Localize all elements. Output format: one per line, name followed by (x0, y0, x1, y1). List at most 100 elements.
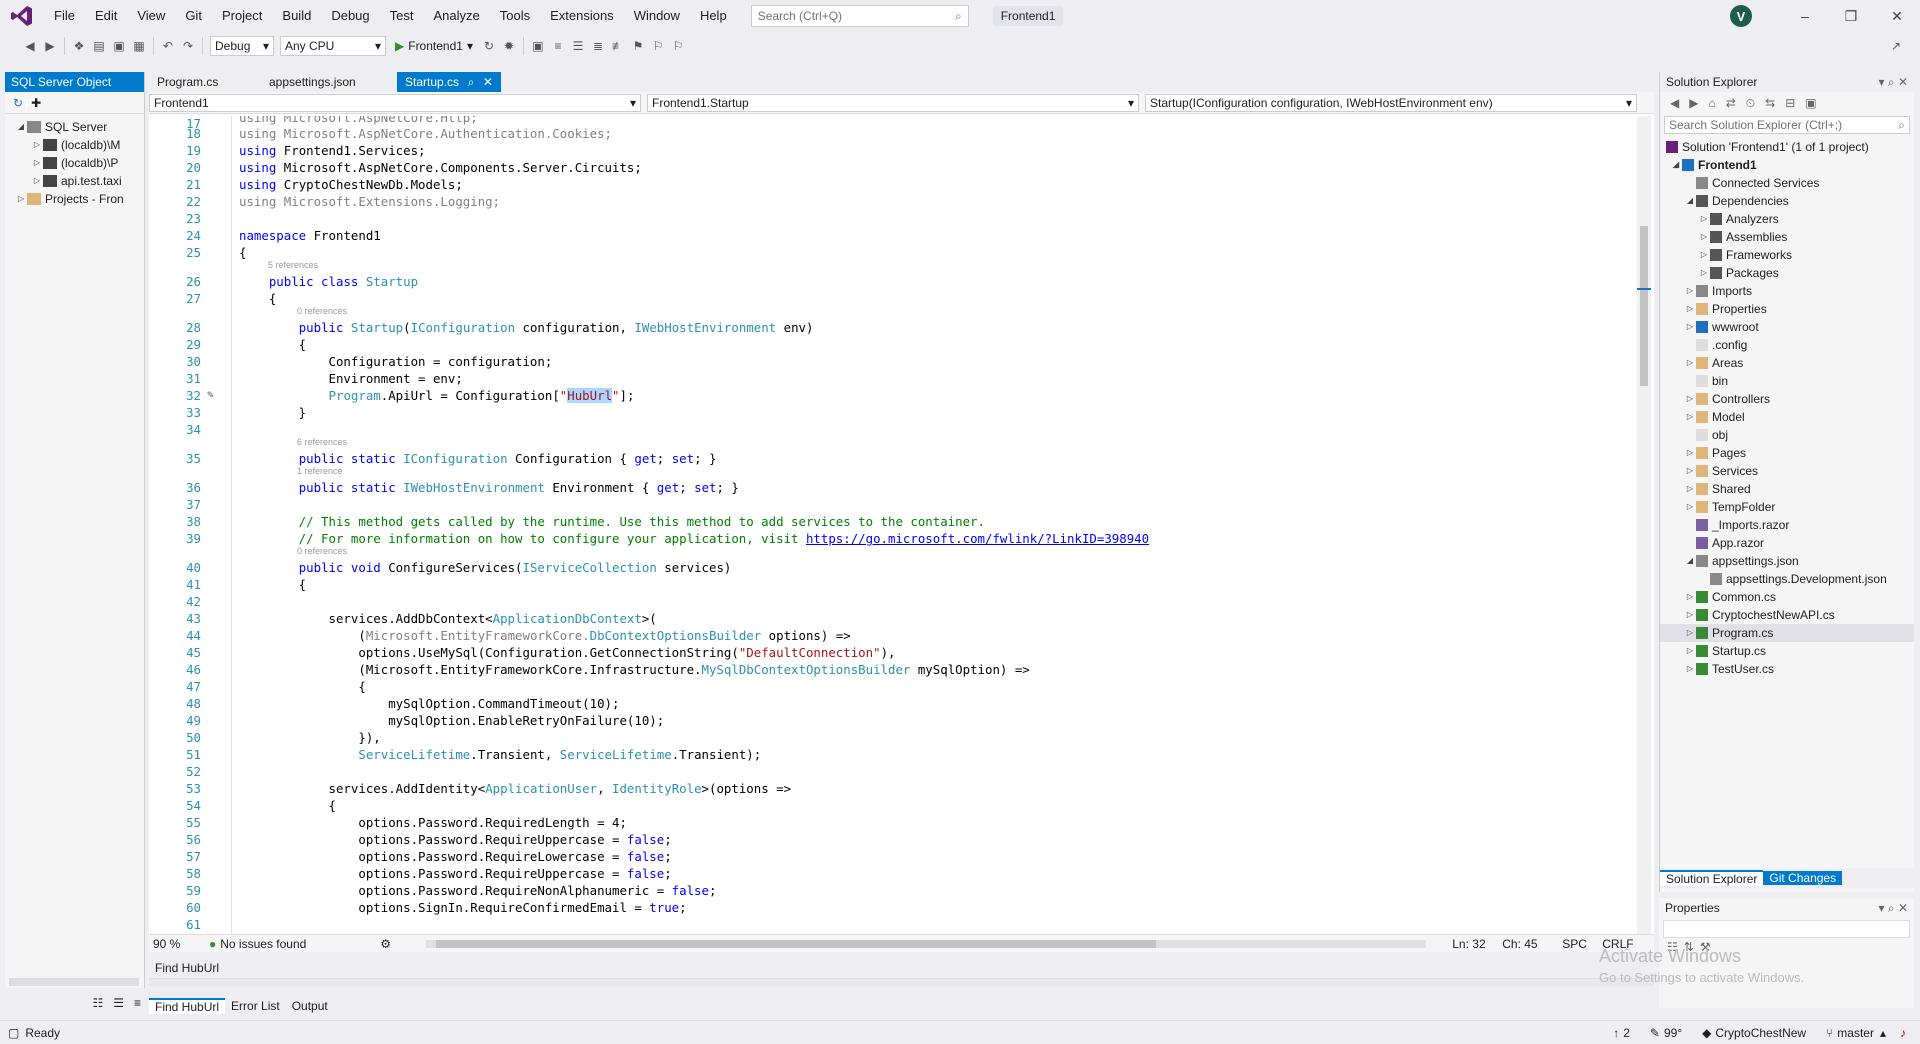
live-share-icon[interactable]: ↗ (1886, 36, 1906, 56)
pending-changes-count[interactable]: 99° (1664, 1026, 1682, 1040)
type-dropdown[interactable]: Frontend1.Startup ▾ (647, 93, 1139, 112)
switch-views-icon[interactable]: ⇄ (1726, 96, 1736, 110)
repository-name[interactable]: CryptoChestNew (1715, 1026, 1806, 1040)
solution-item[interactable]: Connected Services (1660, 174, 1914, 192)
prev-bookmark-icon[interactable]: ⚐ (648, 36, 668, 56)
uncomment-icon[interactable]: ≢ (608, 36, 628, 56)
menu-tools[interactable]: Tools (490, 0, 540, 32)
solution-item[interactable]: ▷ Pages (1660, 444, 1914, 462)
indent-icon[interactable]: ≡ (548, 36, 568, 56)
hot-reload-icon[interactable]: ✹ (499, 36, 519, 56)
chevron-up-icon[interactable]: ▴ (1880, 1026, 1886, 1040)
expanded-arrow-icon[interactable]: ◢ (1684, 192, 1696, 210)
solution-item[interactable]: ▷ Analyzers (1660, 210, 1914, 228)
server-explorer-tab-icon[interactable]: ≡ (134, 996, 141, 1010)
collapsed-arrow-icon[interactable]: ▷ (1684, 660, 1696, 678)
next-bookmark-icon[interactable]: ⚐ (668, 36, 688, 56)
collapsed-arrow-icon[interactable]: ▷ (1684, 444, 1696, 462)
solution-item[interactable]: .config (1660, 336, 1914, 354)
scrollbar-thumb[interactable] (436, 939, 1157, 948)
solution-item[interactable]: appsettings.Development.json (1660, 570, 1914, 588)
avatar[interactable]: V (1730, 5, 1752, 27)
close-tab-icon[interactable]: ✕ (483, 72, 493, 92)
solution-search[interactable]: Search Solution Explorer (Ctrl+;) ⌕ (1664, 116, 1910, 134)
collapsed-arrow-icon[interactable]: ▷ (1698, 246, 1710, 264)
codelens-references[interactable]: 6 references (297, 437, 347, 447)
menu-window[interactable]: Window (624, 0, 690, 32)
solution-item[interactable]: obj (1660, 426, 1914, 444)
solution-item[interactable]: ▷ Controllers (1660, 390, 1914, 408)
platform-select[interactable]: Any CPU ▾ (280, 36, 386, 56)
branch-name[interactable]: master (1837, 1026, 1874, 1040)
notifications-icon[interactable]: ♪ (1900, 1026, 1906, 1040)
collapsed-arrow-icon[interactable]: ▷ (1684, 390, 1696, 408)
solution-item[interactable]: ▷ wwwroot (1660, 318, 1914, 336)
project-node[interactable]: ◢ Frontend1 (1660, 156, 1914, 174)
collapsed-arrow-icon[interactable]: ▷ (1684, 498, 1696, 516)
collapsed-arrow-icon[interactable]: ▷ (31, 172, 43, 190)
save-all-icon[interactable]: ▦ (129, 36, 149, 56)
sql-explorer-tab-icon[interactable]: ☷ (92, 996, 103, 1010)
horizontal-scrollbar[interactable] (9, 978, 139, 986)
tree-item[interactable]: ▷ api.test.taxi (5, 172, 144, 190)
solution-item[interactable]: ▷ Packages (1660, 264, 1914, 282)
codelens-references[interactable]: 1 reference (297, 466, 343, 476)
tree-item[interactable]: ▷ (localdb)\M (5, 136, 144, 154)
restore-icon[interactable]: ❐ (1828, 0, 1874, 32)
menu-extensions[interactable]: Extensions (540, 0, 624, 32)
collapsed-arrow-icon[interactable]: ▷ (31, 154, 43, 172)
tree-item[interactable]: ▷ (localdb)\P (5, 154, 144, 172)
collapsed-arrow-icon[interactable]: ▷ (1684, 606, 1696, 624)
menu-file[interactable]: File (44, 0, 85, 32)
panel-controls[interactable]: ▾ ⌕ ✕ (1879, 898, 1908, 918)
solution-item[interactable]: ◢ Dependencies (1660, 192, 1914, 210)
collapsed-arrow-icon[interactable]: ▷ (31, 136, 43, 154)
collapsed-arrow-icon[interactable]: ▷ (1684, 624, 1696, 642)
menu-analyze[interactable]: Analyze (423, 0, 489, 32)
tab-git-changes[interactable]: Git Changes (1763, 871, 1843, 885)
code-area[interactable]: 17 using Microsoft.AspNetCore.Http; 18 u… (149, 116, 1639, 934)
error-count[interactable]: 2 (1623, 1026, 1630, 1040)
tab-appsettings-json[interactable]: appsettings.json (261, 72, 393, 92)
solution-item[interactable]: ▷ TempFolder (1660, 498, 1914, 516)
tab-program-cs[interactable]: Program.cs (149, 72, 257, 92)
collapse-all-icon[interactable]: ⊟ (1785, 96, 1795, 110)
collapsed-arrow-icon[interactable]: ▷ (1684, 318, 1696, 336)
sync-icon[interactable]: ⇆ (1765, 96, 1775, 110)
close-icon[interactable]: ✕ (1874, 0, 1920, 32)
search-input[interactable]: Search (Ctrl+Q) (758, 9, 842, 23)
solution-item[interactable]: _Imports.razor (1660, 516, 1914, 534)
tab-output[interactable]: Output (286, 999, 334, 1013)
solution-item[interactable]: bin (1660, 372, 1914, 390)
properties-object-select[interactable] (1663, 920, 1910, 938)
menu-project[interactable]: Project (212, 0, 272, 32)
solution-item[interactable]: ▷ Properties (1660, 300, 1914, 318)
solution-item[interactable]: ▷ Startup.cs (1660, 642, 1914, 660)
forward-icon[interactable]: ▶ (40, 36, 60, 56)
whitespace-indicator[interactable]: SPC (1562, 937, 1602, 951)
home-icon[interactable]: ⌂ (1708, 96, 1715, 110)
solution-search-input[interactable]: Search Solution Explorer (Ctrl+;) (1669, 118, 1842, 132)
refresh-icon[interactable]: ↻ (13, 96, 23, 110)
collapsed-arrow-icon[interactable]: ▷ (1684, 480, 1696, 498)
pending-changes-icon[interactable]: ⏲ (1746, 96, 1755, 111)
collapsed-arrow-icon[interactable]: ▷ (1684, 642, 1696, 660)
solution-root[interactable]: Solution 'Frontend1' (1 of 1 project) (1660, 138, 1914, 156)
code-cleanup-icon[interactable]: ⚙ (380, 937, 420, 951)
horizontal-scrollbar[interactable] (426, 939, 1427, 948)
codelens-references[interactable]: 0 references (297, 546, 347, 556)
outdent-icon[interactable]: ☰ (568, 36, 588, 56)
pin-icon[interactable]: ⌕ (468, 72, 475, 92)
issues-status[interactable]: No issues found (220, 937, 380, 951)
project-dropdown[interactable]: Frontend1 ▾ (149, 93, 641, 112)
solution-item[interactable]: ▷ Program.cs (1660, 624, 1914, 642)
fwlink-link[interactable]: https://go.microsoft.com/fwlink/?LinkID=… (806, 531, 1149, 546)
configuration-select[interactable]: Debug ▾ (210, 36, 274, 56)
run-button[interactable]: ▶ Frontend1 ▾ (395, 39, 473, 53)
expanded-arrow-icon[interactable]: ◢ (1670, 156, 1682, 174)
menu-view[interactable]: View (127, 0, 175, 32)
solution-item[interactable]: ▷ TestUser.cs (1660, 660, 1914, 678)
bookmark-icon[interactable]: ⚑ (628, 36, 648, 56)
collapsed-arrow-icon[interactable]: ▷ (1684, 300, 1696, 318)
undo-icon[interactable]: ↶ (158, 36, 178, 56)
